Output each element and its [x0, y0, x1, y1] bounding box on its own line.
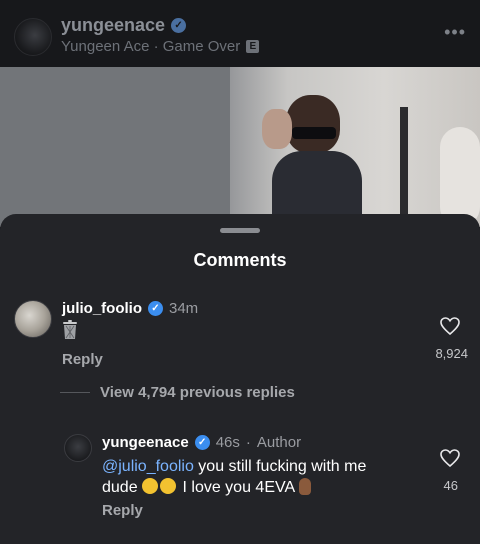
- reply-button[interactable]: Reply: [62, 351, 103, 368]
- sheet-drag-handle[interactable]: [220, 228, 260, 233]
- verified-badge-icon: ✓: [148, 301, 163, 316]
- explicit-badge: E: [246, 40, 260, 53]
- wastebasket-icon: [63, 320, 77, 339]
- like-count: 46: [443, 478, 458, 493]
- more-options-icon[interactable]: •••: [444, 22, 466, 43]
- post-header: yungeenace ✓ Yungeen Ace · Game Over E •…: [0, 0, 480, 67]
- reply-header: yungeenace ✓ 46s · Author: [102, 434, 302, 451]
- like-count: 8,924: [435, 346, 468, 361]
- like-heart-icon[interactable]: [440, 449, 460, 467]
- mention-link[interactable]: @julio_foolio: [102, 458, 194, 475]
- post-subtitle[interactable]: Yungeen Ace · Game Over E: [61, 38, 260, 55]
- sheet-title: Comments: [193, 250, 287, 270]
- view-previous-replies-button[interactable]: View 4,794 previous replies: [60, 384, 295, 401]
- comment-header: julio_foolio ✓ 34m: [62, 300, 198, 317]
- like-heart-icon[interactable]: [440, 317, 460, 335]
- post-photo[interactable]: [0, 67, 480, 227]
- verified-badge-icon: ✓: [171, 18, 187, 33]
- reply-text: @julio_foolio you still fucking with me …: [102, 458, 367, 496]
- avatar[interactable]: [14, 300, 52, 338]
- post-username[interactable]: yungeenace ✓: [61, 15, 187, 36]
- verified-badge-icon: ✓: [194, 435, 210, 450]
- reply-button[interactable]: Reply: [102, 502, 143, 519]
- avatar[interactable]: [64, 434, 92, 462]
- reply-username[interactable]: yungeenace: [102, 434, 189, 451]
- comments-sheet: Comments julio_foolio ✓ 34m 8,924 Reply …: [0, 214, 480, 544]
- comment-time: 34m: [169, 300, 199, 317]
- author-label: Author: [256, 434, 302, 451]
- laughing-emoji-icon: [160, 478, 177, 494]
- crossed-fingers-emoji-icon: [299, 478, 312, 495]
- avatar[interactable]: [14, 18, 52, 56]
- comment-username[interactable]: julio_foolio: [62, 300, 142, 317]
- reply-time: 46s: [215, 434, 240, 451]
- laughing-emoji-icon: [142, 478, 159, 494]
